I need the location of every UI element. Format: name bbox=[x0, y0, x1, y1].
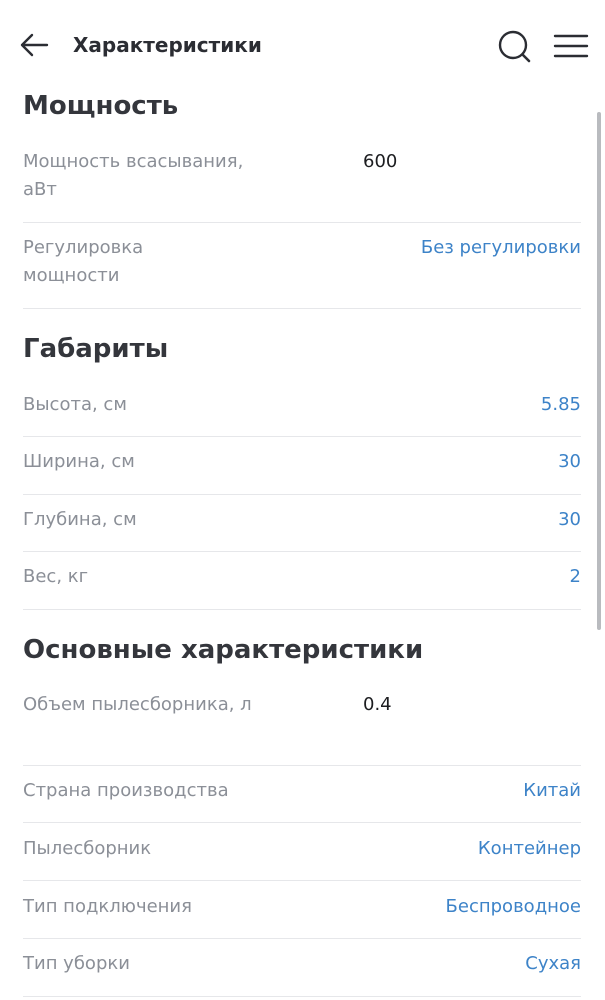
row-divider bbox=[23, 308, 581, 309]
spec-value-link[interactable]: 30 bbox=[558, 448, 581, 476]
spec-value-link[interactable]: 5.85 bbox=[541, 391, 581, 419]
spec-label: Тип уборки bbox=[23, 953, 130, 974]
spec-value: 0.4 bbox=[363, 694, 392, 715]
spec-value-link[interactable]: Беспроводное bbox=[446, 893, 581, 921]
row-divider bbox=[23, 880, 581, 881]
row-divider bbox=[23, 609, 581, 610]
row-divider bbox=[23, 222, 581, 223]
row-divider bbox=[23, 494, 581, 495]
spec-label: Вес, кг bbox=[23, 566, 89, 587]
section-title-power: Мощность bbox=[23, 91, 179, 121]
spec-label: Тип подключения bbox=[23, 896, 192, 917]
row-divider bbox=[23, 436, 581, 437]
spec-value-link[interactable]: 2 bbox=[570, 563, 581, 591]
row-divider bbox=[23, 938, 581, 939]
section-title-main: Основные характеристики bbox=[23, 635, 424, 665]
spec-label: Мощность всасывания, аВт bbox=[23, 151, 244, 200]
spec-value-link[interactable]: 30 bbox=[558, 506, 581, 534]
spec-value-link[interactable]: Сухая bbox=[525, 950, 581, 978]
spec-label: Объем пылесборника, л bbox=[23, 694, 252, 715]
row-divider bbox=[23, 765, 581, 766]
spec-label: Страна производства bbox=[23, 780, 229, 801]
spec-label: Ширина, см bbox=[23, 451, 135, 472]
section-title-dimensions: Габариты bbox=[23, 334, 169, 364]
scrollbar[interactable] bbox=[597, 112, 601, 630]
spec-label: Пылесборник bbox=[23, 838, 152, 859]
row-divider bbox=[23, 551, 581, 552]
spec-label: Глубина, см bbox=[23, 509, 137, 530]
spec-value-link[interactable]: Китай bbox=[523, 777, 581, 805]
spec-value: 600 bbox=[363, 151, 398, 172]
spec-value-link[interactable]: Без регулировки bbox=[421, 234, 581, 262]
spec-value-link[interactable]: Контейнер bbox=[478, 835, 581, 863]
spec-label: Регулировка мощности bbox=[23, 237, 144, 286]
specs-list: Мощность Мощность всасывания, аВт 600 Ре… bbox=[0, 0, 605, 1000]
row-divider bbox=[23, 996, 581, 997]
spec-label: Высота, см bbox=[23, 394, 127, 415]
row-divider bbox=[23, 822, 581, 823]
